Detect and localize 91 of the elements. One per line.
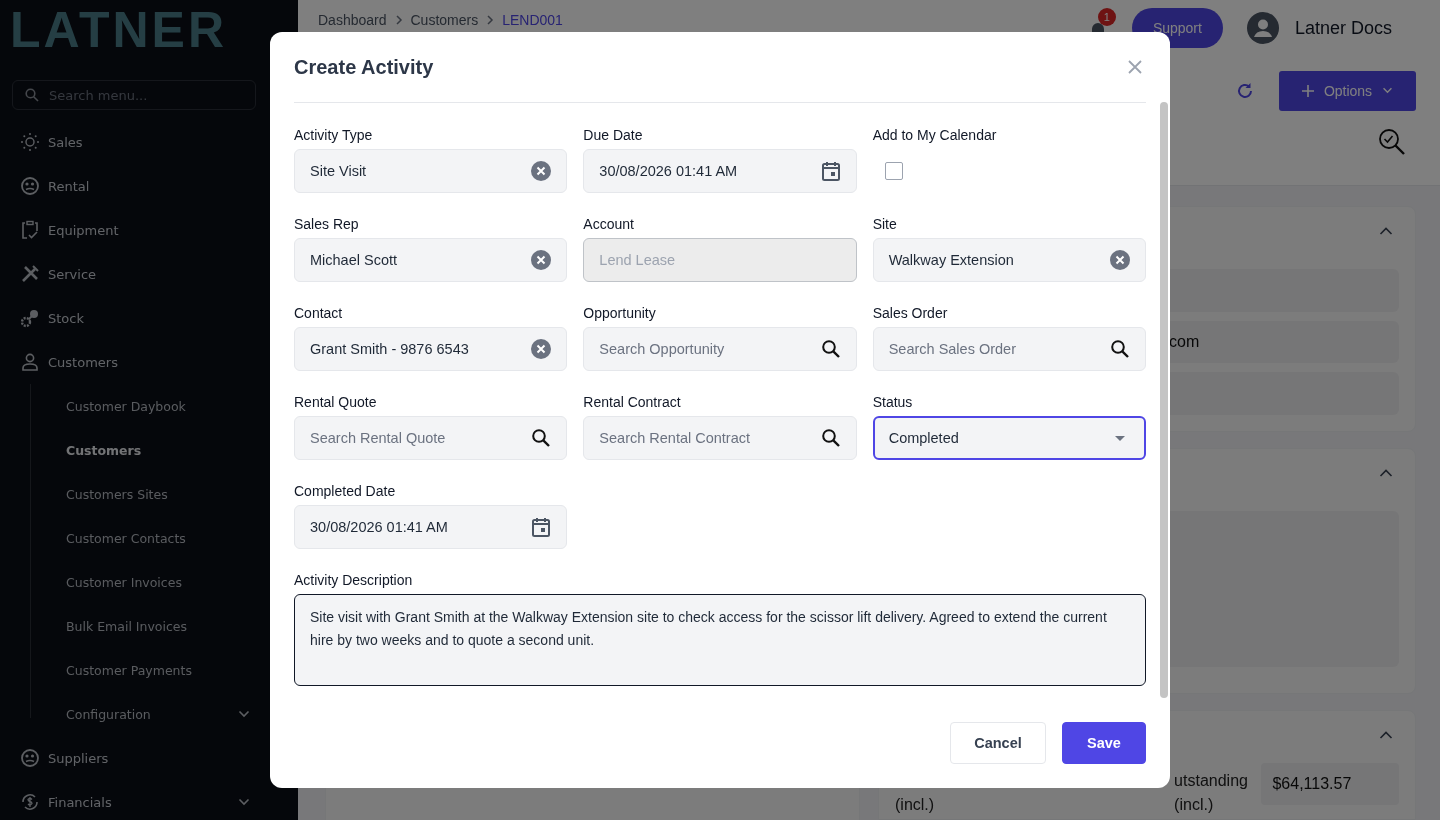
- field-label: Opportunity: [583, 304, 657, 323]
- field-label: Contact: [294, 304, 344, 323]
- input-field[interactable]: Walkway Extension: [872, 238, 1146, 282]
- field-label: Activity Description: [294, 571, 414, 590]
- total-label: utstanding: [1174, 771, 1249, 791]
- input-field[interactable]: Michael Scott: [294, 238, 568, 282]
- date-field[interactable]: 30/08/2026 01:41 AM: [294, 505, 568, 549]
- search-field[interactable]: Search Rental Contract: [583, 416, 857, 460]
- options-button[interactable]: Options: [1279, 70, 1416, 111]
- field-label: Rental Contract: [583, 393, 682, 412]
- breadcrumb-link[interactable]: Customers: [410, 12, 479, 28]
- chevron-up-icon[interactable]: [1379, 731, 1393, 739]
- nav-item[interactable]: Customers: [0, 340, 272, 384]
- breadcrumb-link[interactable]: Dashboard: [318, 12, 387, 28]
- total-value: $64,113.57: [1261, 763, 1399, 805]
- breadcrumb-link[interactable]: LEND001: [502, 12, 563, 28]
- calendar-icon[interactable]: [820, 161, 841, 181]
- avatar-icon[interactable]: [1246, 12, 1279, 44]
- nav-item[interactable]: Equipment: [0, 208, 272, 252]
- field-label: Site: [872, 215, 898, 234]
- input-field[interactable]: Grant Smith - 9876 6543: [294, 327, 568, 371]
- nav-subitem[interactable]: Bulk Email Invoices: [0, 604, 272, 648]
- nav-subitem[interactable]: Configuration: [0, 692, 272, 736]
- nav-subitem[interactable]: Customer Daybook: [0, 384, 272, 428]
- description-field[interactable]: Site visit with Grant Smith at the Walkway Extension site to check access for the scissor lift delivery. Agreed to extend the current hire by two weeks and to quote a second unit.: [294, 594, 1146, 686]
- face-icon: [20, 176, 40, 196]
- gear-icon: [20, 308, 40, 328]
- chevron-right-icon: [486, 14, 495, 26]
- close-icon[interactable]: [1128, 60, 1142, 74]
- cancel-button[interactable]: Cancel: [950, 722, 1046, 764]
- email-text: com: [1169, 333, 1200, 351]
- field-label: Add to My Calendar: [872, 126, 998, 145]
- clipboard-icon: [20, 220, 40, 240]
- field-label: Completed Date: [294, 482, 397, 501]
- nav-item[interactable]: Sales: [0, 120, 272, 164]
- calendar-icon[interactable]: [531, 517, 552, 537]
- clear-icon[interactable]: [531, 250, 552, 270]
- field-label: Status: [872, 393, 914, 412]
- logo: LATNER: [9, 1, 229, 60]
- notification-badge: 1: [1097, 8, 1116, 26]
- chevron-up-icon[interactable]: [1379, 469, 1393, 477]
- nav-item[interactable]: Stock: [0, 296, 272, 340]
- chevron-down-icon: [1382, 87, 1394, 95]
- input-field[interactable]: Site Visit: [294, 149, 568, 193]
- field-label: Sales Rep: [294, 215, 360, 234]
- nav-subitem[interactable]: Customers Sites: [0, 472, 272, 516]
- search-icon[interactable]: [820, 428, 841, 448]
- person-icon: [20, 352, 40, 372]
- nav-subitem[interactable]: Customer Payments: [0, 648, 272, 692]
- field-label: Activity Type: [294, 126, 374, 145]
- chevron-up-icon[interactable]: [1379, 227, 1393, 235]
- checkbox[interactable]: [884, 162, 903, 180]
- nav-item[interactable]: Suppliers: [0, 736, 272, 780]
- search-icon[interactable]: [1110, 339, 1130, 359]
- face-icon: [20, 748, 40, 768]
- scrollbar[interactable]: [1160, 102, 1168, 698]
- user-name[interactable]: Latner Docs: [1294, 17, 1392, 39]
- search-field[interactable]: Search Sales Order: [872, 327, 1146, 371]
- field-label: Sales Order: [872, 304, 949, 323]
- search-icon[interactable]: [531, 428, 552, 448]
- sun-icon: [20, 132, 40, 152]
- clear-icon[interactable]: [531, 161, 552, 181]
- input-field[interactable]: Lend Lease: [583, 238, 857, 282]
- field-label: Rental Quote: [294, 393, 378, 412]
- nav-subitem[interactable]: Customers: [0, 428, 272, 472]
- nav-item[interactable]: Financials: [0, 780, 272, 820]
- nav-item[interactable]: Service: [0, 252, 272, 296]
- dialog-title: Create Activity: [294, 55, 434, 79]
- status-dropdown[interactable]: Completed: [872, 416, 1146, 460]
- date-field[interactable]: 30/08/2026 01:41 AM: [583, 149, 857, 193]
- clear-icon[interactable]: [1110, 250, 1130, 270]
- field-label: Account: [583, 215, 635, 234]
- magnifier-check-icon[interactable]: [1378, 128, 1406, 157]
- nav-item[interactable]: Rental: [0, 164, 272, 208]
- total-label: (incl.): [1174, 795, 1215, 815]
- tools-icon: [20, 264, 40, 284]
- field-label: Due Date: [583, 126, 644, 145]
- refresh-icon[interactable]: [1235, 80, 1255, 101]
- plus-icon: [1301, 84, 1314, 97]
- search-field[interactable]: Search Rental Quote: [294, 416, 568, 460]
- search-field[interactable]: Search Opportunity: [583, 327, 857, 371]
- total-label: (incl.): [895, 795, 935, 815]
- nav-subitem[interactable]: Customer Invoices: [0, 560, 272, 604]
- chevron-right-icon: [394, 14, 403, 26]
- clear-icon[interactable]: [531, 339, 552, 359]
- search-icon[interactable]: [820, 339, 841, 359]
- search-icon: [25, 88, 39, 102]
- caret-icon: [1115, 435, 1125, 441]
- dollar-icon: [20, 792, 40, 812]
- nav-subitem[interactable]: Customer Contacts: [0, 516, 272, 560]
- save-button[interactable]: Save: [1062, 722, 1146, 764]
